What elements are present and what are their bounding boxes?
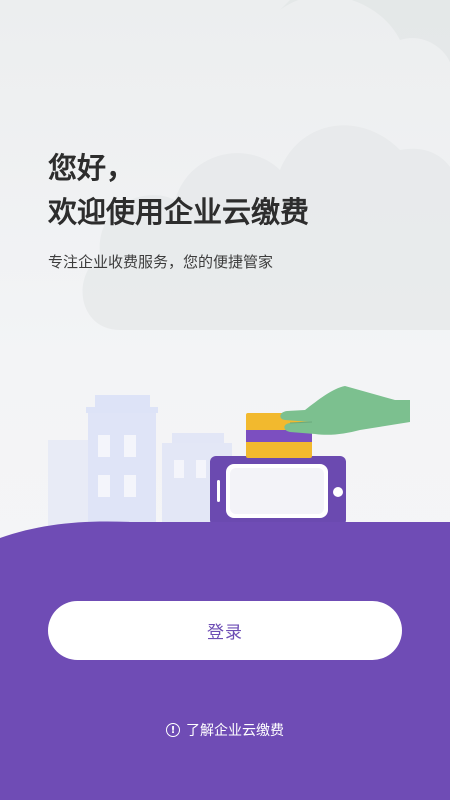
login-button-label: 登录 — [207, 623, 243, 642]
hand-illustration — [280, 386, 410, 435]
greeting-line-welcome: 欢迎使用企业云缴费 — [48, 195, 310, 229]
greeting-line-hello: 您好， — [48, 151, 136, 185]
login-button[interactable]: 登录 — [48, 601, 402, 660]
learn-more-link[interactable]: ! 了解企业云缴费 — [0, 720, 450, 740]
learn-more-label: 了解企业云缴费 — [186, 723, 284, 739]
tagline: 专注企业收费服务，您的便捷管家 — [48, 253, 274, 271]
greeting-heading: 您好， 欢迎使用企业云缴费 — [48, 146, 309, 234]
info-icon: ! — [166, 723, 180, 737]
